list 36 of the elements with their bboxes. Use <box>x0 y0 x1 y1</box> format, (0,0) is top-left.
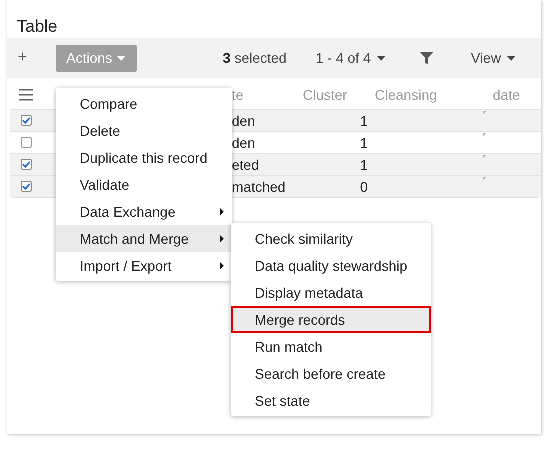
menu-item[interactable]: Set state <box>231 387 431 414</box>
corner-mark-icon <box>483 133 487 137</box>
add-button[interactable]: + <box>7 48 56 68</box>
menu-item[interactable]: Search before create <box>231 360 431 387</box>
corner-mark-icon <box>483 155 487 159</box>
filter-icon[interactable] <box>420 52 434 64</box>
view-button[interactable]: View <box>471 50 516 66</box>
menu-item[interactable]: Merge records <box>231 306 431 333</box>
menu-item[interactable]: Run match <box>231 333 431 360</box>
row-checkbox[interactable] <box>21 159 32 170</box>
row-checkbox[interactable] <box>21 137 32 148</box>
table-cell: 1 <box>360 156 368 172</box>
menu-item[interactable]: Display metadata <box>231 279 431 306</box>
row-checkbox[interactable] <box>21 181 32 192</box>
menu-icon[interactable] <box>19 88 33 100</box>
table-cell: 1 <box>360 134 368 150</box>
table-cell: matched <box>232 178 286 194</box>
menu-item[interactable]: Data quality stewardship <box>231 252 431 279</box>
caret-icon <box>507 56 516 60</box>
caret-icon <box>377 56 386 60</box>
table-cell: eted <box>232 156 260 172</box>
table-cell: 0 <box>360 178 368 194</box>
table-cell: 1 <box>360 112 368 128</box>
row-checkbox[interactable] <box>21 115 32 126</box>
pagination-dropdown[interactable]: 1 - 4 of 4 <box>316 50 386 66</box>
menu-item[interactable]: Import / Export <box>56 252 232 279</box>
page-title: Table <box>16 16 59 38</box>
caret-icon <box>117 56 126 60</box>
menu-item[interactable]: Check similarity <box>231 225 431 252</box>
table-cell: den <box>232 134 256 150</box>
corner-mark-icon <box>483 111 487 115</box>
selection-count: 3 selected <box>223 50 287 66</box>
table-cell: den <box>232 112 256 128</box>
menu-item[interactable]: Data Exchange <box>56 198 232 225</box>
menu-item[interactable]: Match and Merge <box>56 225 232 252</box>
corner-mark-icon <box>483 177 487 181</box>
